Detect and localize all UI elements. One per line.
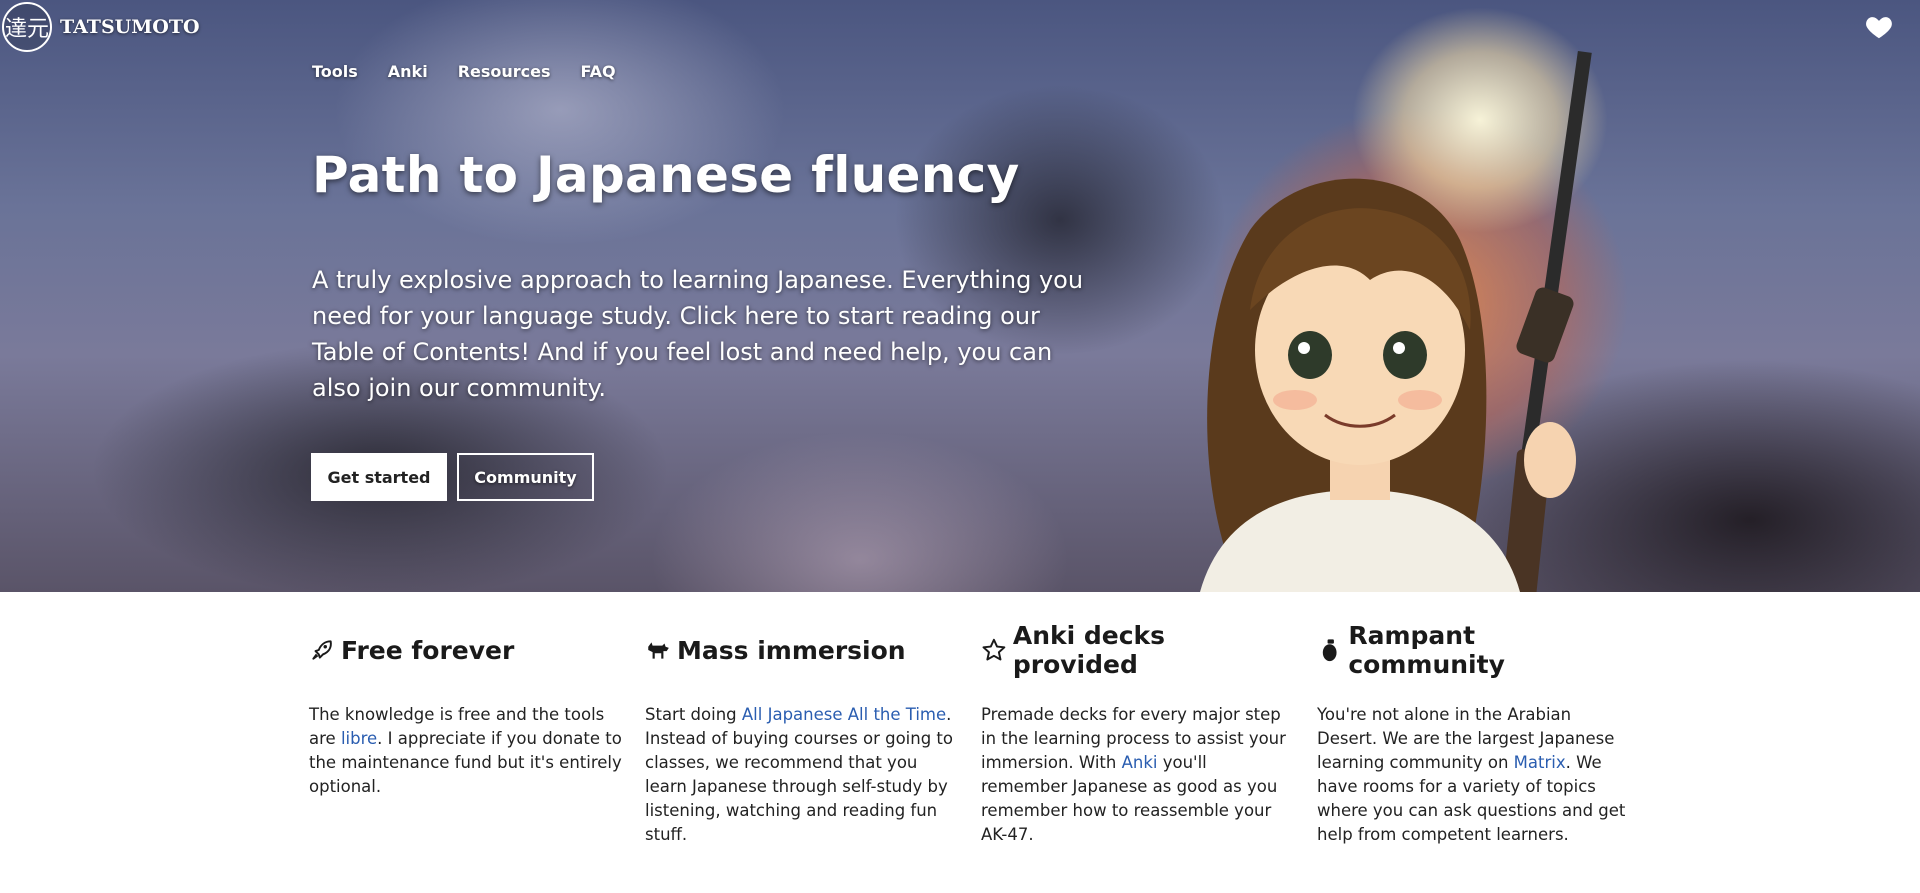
nav-anki[interactable]: Anki (388, 62, 428, 81)
feature-description: Start doing All Japanese All the Time. I… (645, 703, 961, 847)
text-segment: . Instead of buying courses or going to … (645, 705, 953, 844)
feature-title-text: Rampant community (1348, 621, 1505, 679)
feature-title-text: Free forever (341, 635, 515, 665)
features-section: Free forever The knowledge is free and t… (309, 621, 1649, 847)
nav-resources[interactable]: Resources (458, 62, 551, 81)
ajatt-link[interactable]: All Japanese All the Time (742, 705, 946, 724)
get-started-button[interactable]: Get started (311, 453, 447, 501)
feature-free-forever: Free forever The knowledge is free and t… (309, 630, 645, 847)
main-nav: Tools Anki Resources FAQ (312, 62, 616, 81)
feature-anki-decks: Anki decks provided Premade decks for ev… (981, 621, 1317, 847)
star-icon (982, 638, 1006, 661)
logo-mark: 達元 (2, 2, 52, 52)
text-segment: Start doing (645, 705, 742, 724)
matrix-link[interactable]: Matrix (1514, 753, 1566, 772)
feature-rampant-community: Rampant community You're not alone in th… (1317, 621, 1653, 847)
rifle-illustration (1502, 50, 1592, 592)
nav-faq[interactable]: FAQ (581, 62, 616, 81)
mascot-illustration (1200, 50, 1592, 592)
hero-actions: Get started Community (311, 453, 594, 501)
feature-title-text: Mass immersion (677, 635, 906, 665)
anki-link[interactable]: Anki (1122, 753, 1158, 772)
hero-section: 達元 TATSUMOTO Tools Anki Resources FAQ Pa… (0, 0, 1920, 592)
hero-lead[interactable]: A truly explosive approach to learning J… (312, 262, 1102, 406)
site-logo[interactable]: 達元 TATSUMOTO (2, 2, 200, 52)
nav-tools[interactable]: Tools (312, 62, 358, 81)
feature-mass-immersion: Mass immersion Start doing All Japanese … (645, 630, 981, 847)
feature-title: Rampant community (1317, 621, 1633, 679)
libre-link[interactable]: libre (341, 729, 377, 748)
grenade-icon (1322, 639, 1337, 662)
heart-icon[interactable] (1864, 12, 1894, 42)
site-name: TATSUMOTO (60, 16, 200, 38)
feature-title: Anki decks provided (981, 621, 1297, 679)
feature-description: You're not alone in the Arabian Desert. … (1317, 703, 1633, 847)
community-button[interactable]: Community (457, 453, 594, 501)
feature-title: Free forever (309, 630, 625, 670)
rocket-icon (312, 640, 332, 660)
feature-description: The knowledge is free and the tools are … (309, 703, 625, 799)
feature-title: Mass immersion (645, 630, 961, 670)
feature-title-text: Anki decks provided (1012, 621, 1166, 679)
goat-icon (648, 642, 669, 659)
hero-title: Path to Japanese fluency (312, 146, 1020, 204)
feature-description: Premade decks for every major step in th… (981, 703, 1297, 847)
